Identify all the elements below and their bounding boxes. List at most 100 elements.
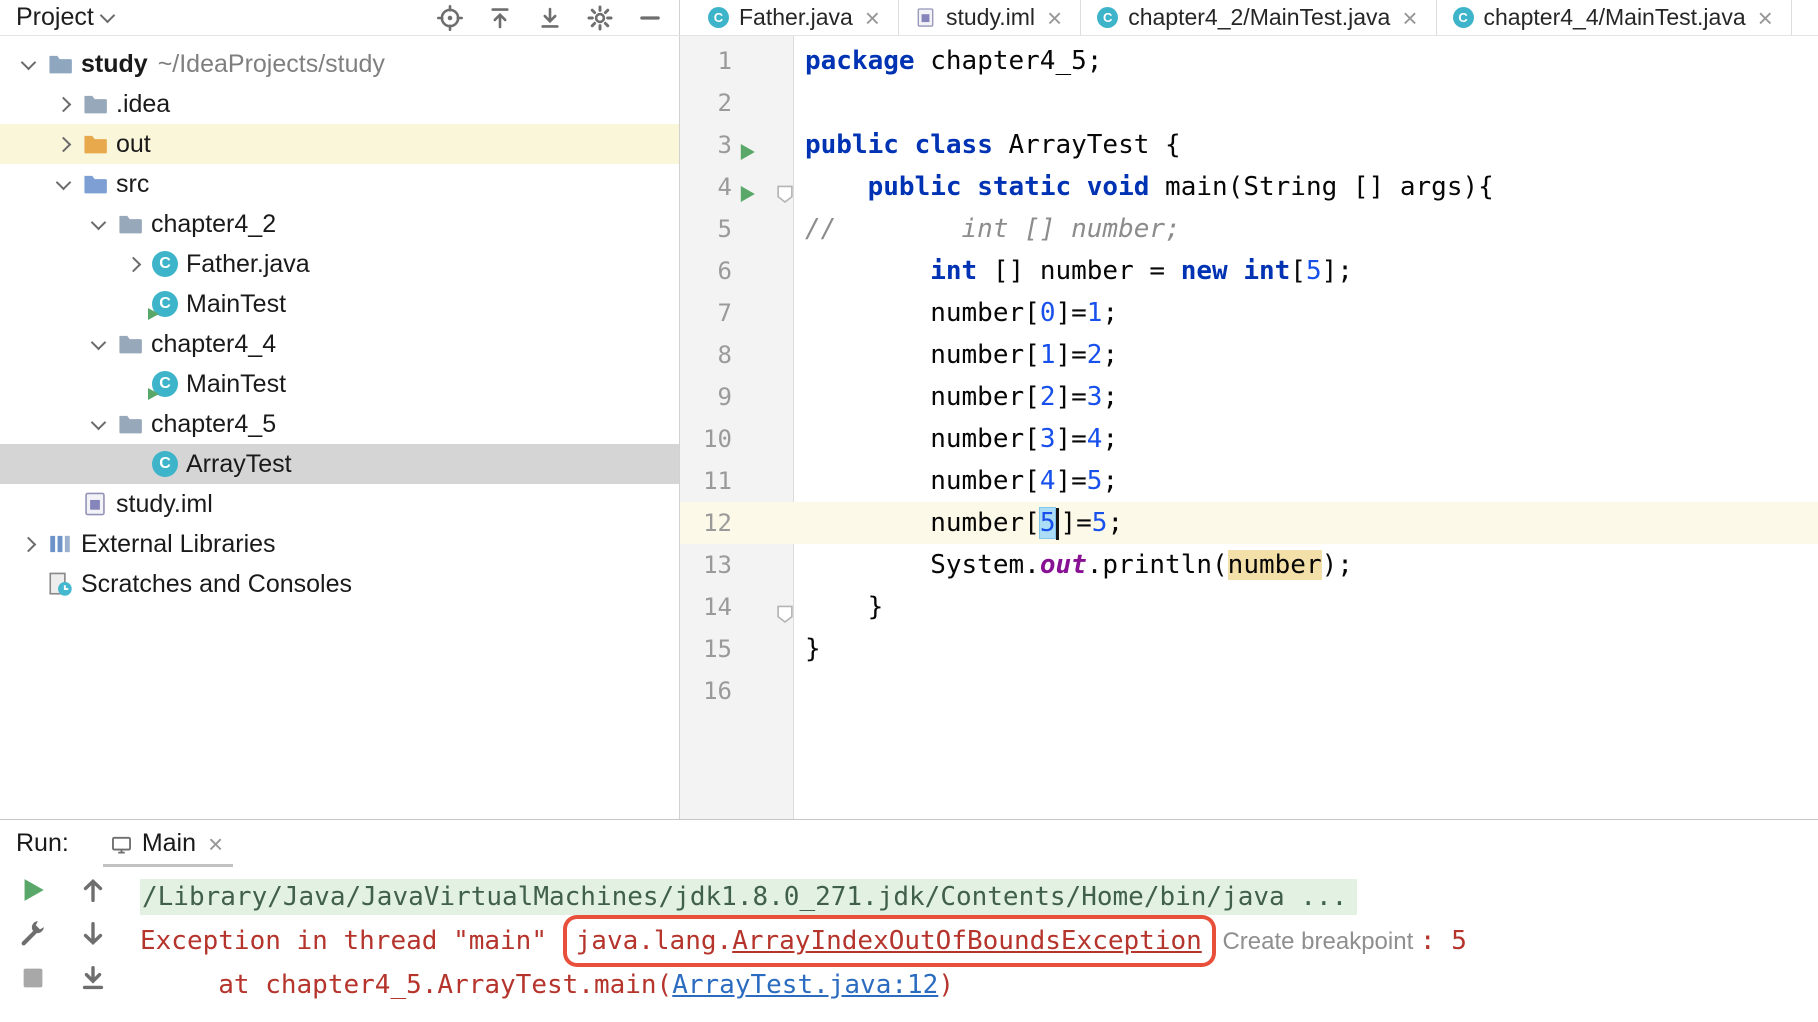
expand-all-icon[interactable] <box>487 5 513 31</box>
console-output[interactable]: /Library/Java/JavaVirtualMachines/jdk1.8… <box>132 867 1818 1022</box>
stop-icon[interactable] <box>18 963 48 993</box>
tree-item-label: MainTest <box>186 289 287 318</box>
tree-item-chapter4_5[interactable]: chapter4_5 <box>0 404 679 444</box>
code-line-13[interactable]: 13 System.out.println(number); <box>680 544 1818 586</box>
close-icon[interactable]: × <box>1045 5 1064 31</box>
code-editor[interactable]: 1 package chapter4_5; 2 3 public class Array… <box>680 36 1818 819</box>
tree-item-label: .idea <box>116 89 171 118</box>
create-breakpoint-hint[interactable]: Create breakpoint <box>1216 928 1420 955</box>
chevron-right-icon[interactable] <box>12 536 44 552</box>
up-arrow-icon[interactable] <box>78 875 108 905</box>
editor-tab-Father.java[interactable]: C Father.java × <box>692 0 899 35</box>
chevron-down-icon[interactable] <box>82 214 114 230</box>
code-line-1[interactable]: 1 package chapter4_5; <box>680 40 1818 82</box>
code-line-8[interactable]: 8 number[1]=2; <box>680 334 1818 376</box>
scroll-end-icon[interactable] <box>78 963 108 993</box>
tree-item-chapter4_2[interactable]: chapter4_2 <box>0 204 679 244</box>
chevron-right-icon[interactable] <box>47 96 79 112</box>
fold-marker-icon[interactable] <box>774 176 796 204</box>
chevron-down-icon[interactable] <box>82 414 114 430</box>
hide-icon[interactable] <box>637 5 663 31</box>
code-line-15[interactable]: 15} <box>680 628 1818 670</box>
line-number: 13 <box>703 551 732 579</box>
editor-tab-chapter4_4/MainTest.java[interactable]: Cchapter4_4/MainTest.java × <box>1437 0 1792 35</box>
run-gutter-icon[interactable] <box>736 176 758 202</box>
code-text: number[1]=2; <box>805 340 1119 370</box>
collapse-all-icon[interactable] <box>537 5 563 31</box>
code-line-4[interactable]: 4 public static void main(String [] args… <box>680 166 1818 208</box>
close-icon[interactable]: × <box>1400 5 1419 31</box>
code-text: // int [] number; <box>805 214 1181 244</box>
code-line-6[interactable]: 6 int [] number = new int[5]; <box>680 250 1818 292</box>
code-line-14[interactable]: 14 } <box>680 586 1818 628</box>
settings-icon[interactable] <box>587 4 613 31</box>
line-number: 15 <box>703 635 732 663</box>
stacktrace-link[interactable]: ArrayTest.java:12 <box>672 970 938 1000</box>
down-arrow-icon[interactable] <box>78 919 108 949</box>
code-line-16[interactable]: 16 <box>680 670 1818 712</box>
run-tab-main[interactable]: Main × <box>102 829 234 867</box>
tree-item-out[interactable]: out <box>0 124 679 164</box>
fold-marker-icon[interactable] <box>774 596 796 624</box>
project-panel-title[interactable]: Project <box>16 3 94 32</box>
code-line-10[interactable]: 10 number[3]=4; <box>680 418 1818 460</box>
code-line-5[interactable]: 5 // int [] number; <box>680 208 1818 250</box>
editor-tab-study.iml[interactable]: study.iml × <box>899 0 1082 35</box>
code-line-12[interactable]: 12 number[5]=5; <box>680 502 1818 544</box>
editor-tab-chapter4_2/MainTest.java[interactable]: Cchapter4_2/MainTest.java × <box>1081 0 1437 35</box>
chevron-right-icon[interactable] <box>117 256 149 272</box>
code-line-7[interactable]: 7 number[0]=1; <box>680 292 1818 334</box>
line-number: 6 <box>717 257 732 285</box>
close-icon[interactable]: × <box>1756 5 1775 31</box>
close-icon[interactable]: × <box>863 5 882 31</box>
tree-item-chapter4_4[interactable]: chapter4_4 <box>0 324 679 364</box>
close-icon[interactable]: × <box>206 831 225 857</box>
line-number: 11 <box>703 467 732 495</box>
code-line-11[interactable]: 11 number[4]=5; <box>680 460 1818 502</box>
tree-item-label: study.iml <box>116 489 213 518</box>
tree-item-study[interactable]: study ~/IdeaProjects/study <box>0 44 679 84</box>
locate-icon[interactable] <box>437 4 463 31</box>
code-line-3[interactable]: 3 public class ArrayTest { <box>680 124 1818 166</box>
tree-item-label: External Libraries <box>81 529 276 558</box>
module-file-icon <box>79 491 111 517</box>
chevron-down-icon[interactable] <box>82 334 114 350</box>
line-number: 4 <box>680 166 794 208</box>
run-gutter-icon[interactable] <box>736 134 758 160</box>
tree-item-Scratches and Consoles[interactable]: Scratches and Consoles <box>0 564 679 604</box>
tree-item-label: MainTest <box>186 369 287 398</box>
tree-item-Father.java[interactable]: C Father.java <box>0 244 679 284</box>
folder-icon <box>114 211 146 237</box>
code-text: number[5]=5; <box>805 507 1124 540</box>
chevron-right-icon[interactable] <box>47 136 79 152</box>
code-line-9[interactable]: 9 number[2]=3; <box>680 376 1818 418</box>
project-folder-icon <box>44 51 76 77</box>
tree-item-MainTest[interactable]: C MainTest <box>0 364 679 404</box>
code-line-2[interactable]: 2 <box>680 82 1818 124</box>
line-number: 5 <box>717 215 732 243</box>
folder-icon <box>114 411 146 437</box>
tree-item-study.iml[interactable]: study.iml <box>0 484 679 524</box>
project-toolbar-icons <box>437 4 663 31</box>
tree-item-label: ArrayTest <box>186 449 292 478</box>
tree-item-label: src <box>116 169 150 198</box>
tree-item-.idea[interactable]: .idea <box>0 84 679 124</box>
tree-item-ArrayTest[interactable]: C ArrayTest <box>0 444 679 484</box>
tree-item-label: out <box>116 129 151 158</box>
rerun-icon[interactable] <box>18 875 48 905</box>
line-number: 8 <box>717 341 732 369</box>
build-icon[interactable] <box>18 919 48 949</box>
code-text: int [] number = new int[5]; <box>930 256 1353 286</box>
chevron-down-icon[interactable] <box>47 174 79 190</box>
tree-item-MainTest[interactable]: C MainTest <box>0 284 679 324</box>
tree-item-src[interactable]: src <box>0 164 679 204</box>
project-tree[interactable]: study ~/IdeaProjects/study .idea out src chap… <box>0 36 680 819</box>
run-panel-header: Run: Main × <box>0 820 1818 867</box>
src-folder-icon <box>79 171 111 197</box>
run-toolbar <box>0 867 132 1022</box>
chevron-down-icon[interactable] <box>99 7 116 24</box>
chevron-down-icon[interactable] <box>12 54 44 70</box>
tree-item-External Libraries[interactable]: External Libraries <box>0 524 679 564</box>
code-text: number[0]=1; <box>805 298 1119 328</box>
tree-item-label: chapter4_4 <box>151 329 277 358</box>
